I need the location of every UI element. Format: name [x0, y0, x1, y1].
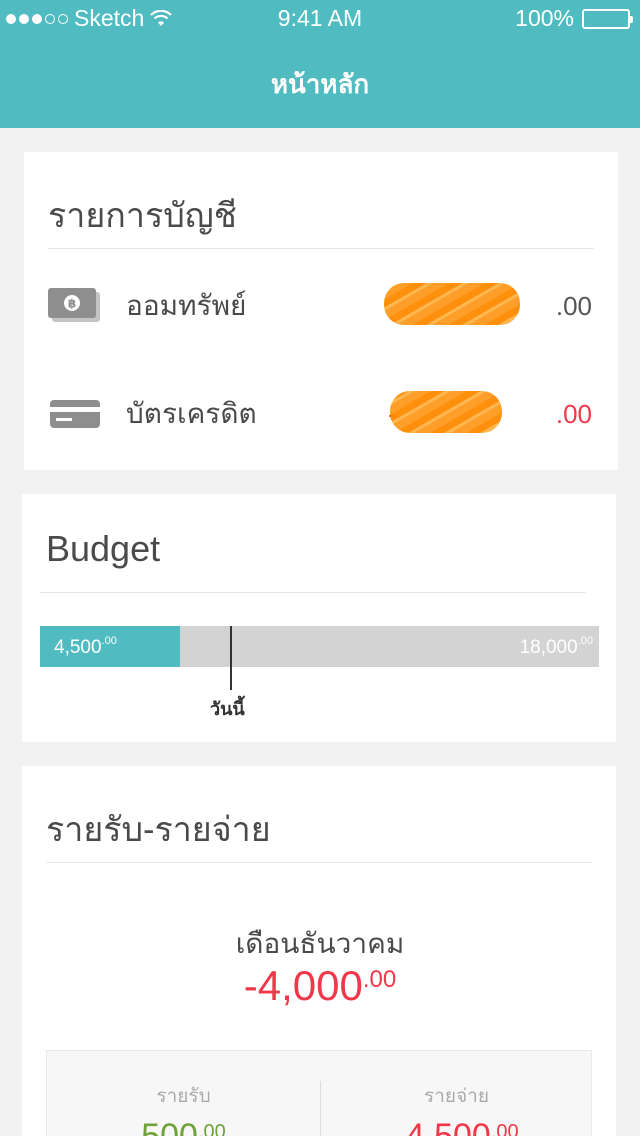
budget-spent-value: 4,500 — [54, 637, 102, 658]
budget-total-cents: .00 — [577, 635, 593, 647]
app-header: Sketch 9:41 AM 100% หน้าหลัก — [0, 0, 640, 128]
income-expense-divider — [46, 862, 592, 863]
amount-cents: .00 — [555, 290, 592, 321]
budget-spent-cents: .00 — [101, 635, 117, 647]
account-amount-credit: - .00 — [388, 390, 592, 433]
account-row-credit[interactable]: บัตรเครดิต - .00 — [48, 384, 592, 444]
budget-divider — [40, 592, 586, 593]
accounts-title: รายการบัญชี — [48, 197, 237, 235]
expense-label: รายจ่าย — [424, 1086, 489, 1107]
today-marker — [230, 626, 232, 690]
page-title: หน้าหลัก — [270, 69, 370, 99]
net-cents: .00 — [362, 966, 397, 993]
svg-text:฿: ฿ — [68, 297, 76, 311]
income-value: 500.00 — [47, 1117, 320, 1136]
month-label: เดือนธันวาคม — [235, 928, 405, 959]
cash-icon: ฿ — [48, 288, 102, 324]
redaction-scribble — [383, 282, 520, 325]
expense-column[interactable]: รายจ่าย -4,500.00 — [320, 1081, 593, 1136]
expense-amount: -4,500 — [394, 1117, 491, 1136]
income-cents: .00 — [197, 1121, 226, 1136]
accounts-divider — [48, 248, 594, 249]
budget-title: Budget — [46, 528, 161, 569]
status-bar: Sketch 9:41 AM 100% — [0, 5, 640, 35]
account-row-savings[interactable]: ฿ ออมทรัพย์ .00 — [48, 276, 592, 336]
net-value: -4,000 — [243, 962, 363, 1009]
income-expense-title: รายรับ-รายจ่าย — [46, 811, 271, 849]
credit-card-icon — [48, 396, 102, 432]
battery-icon — [582, 8, 633, 29]
account-amount-savings: .00 — [383, 282, 592, 325]
budget-total: 18,000.00 — [519, 635, 593, 659]
income-column[interactable]: รายรับ 500.00 — [47, 1081, 320, 1136]
income-label: รายรับ — [156, 1086, 211, 1107]
battery-percent: 100% — [515, 5, 574, 31]
income-amount: 500 — [141, 1117, 198, 1136]
redaction-scribble — [389, 390, 502, 433]
battery-group: 100% — [515, 5, 633, 32]
month-net-total: -4,000.00 — [0, 962, 640, 1010]
budget-spent: 4,500.00 — [54, 635, 117, 659]
budget-total-value: 18,000 — [519, 637, 578, 658]
expense-cents: .00 — [490, 1121, 519, 1136]
income-expense-summary: รายรับ 500.00 รายจ่าย -4,500.00 — [46, 1050, 592, 1136]
amount-cents: .00 — [555, 398, 592, 429]
expense-value: -4,500.00 — [320, 1117, 593, 1136]
today-label: วันนี้ — [210, 699, 245, 719]
budget-progress-bar[interactable]: 4,500.00 18,000.00 — [40, 626, 599, 667]
